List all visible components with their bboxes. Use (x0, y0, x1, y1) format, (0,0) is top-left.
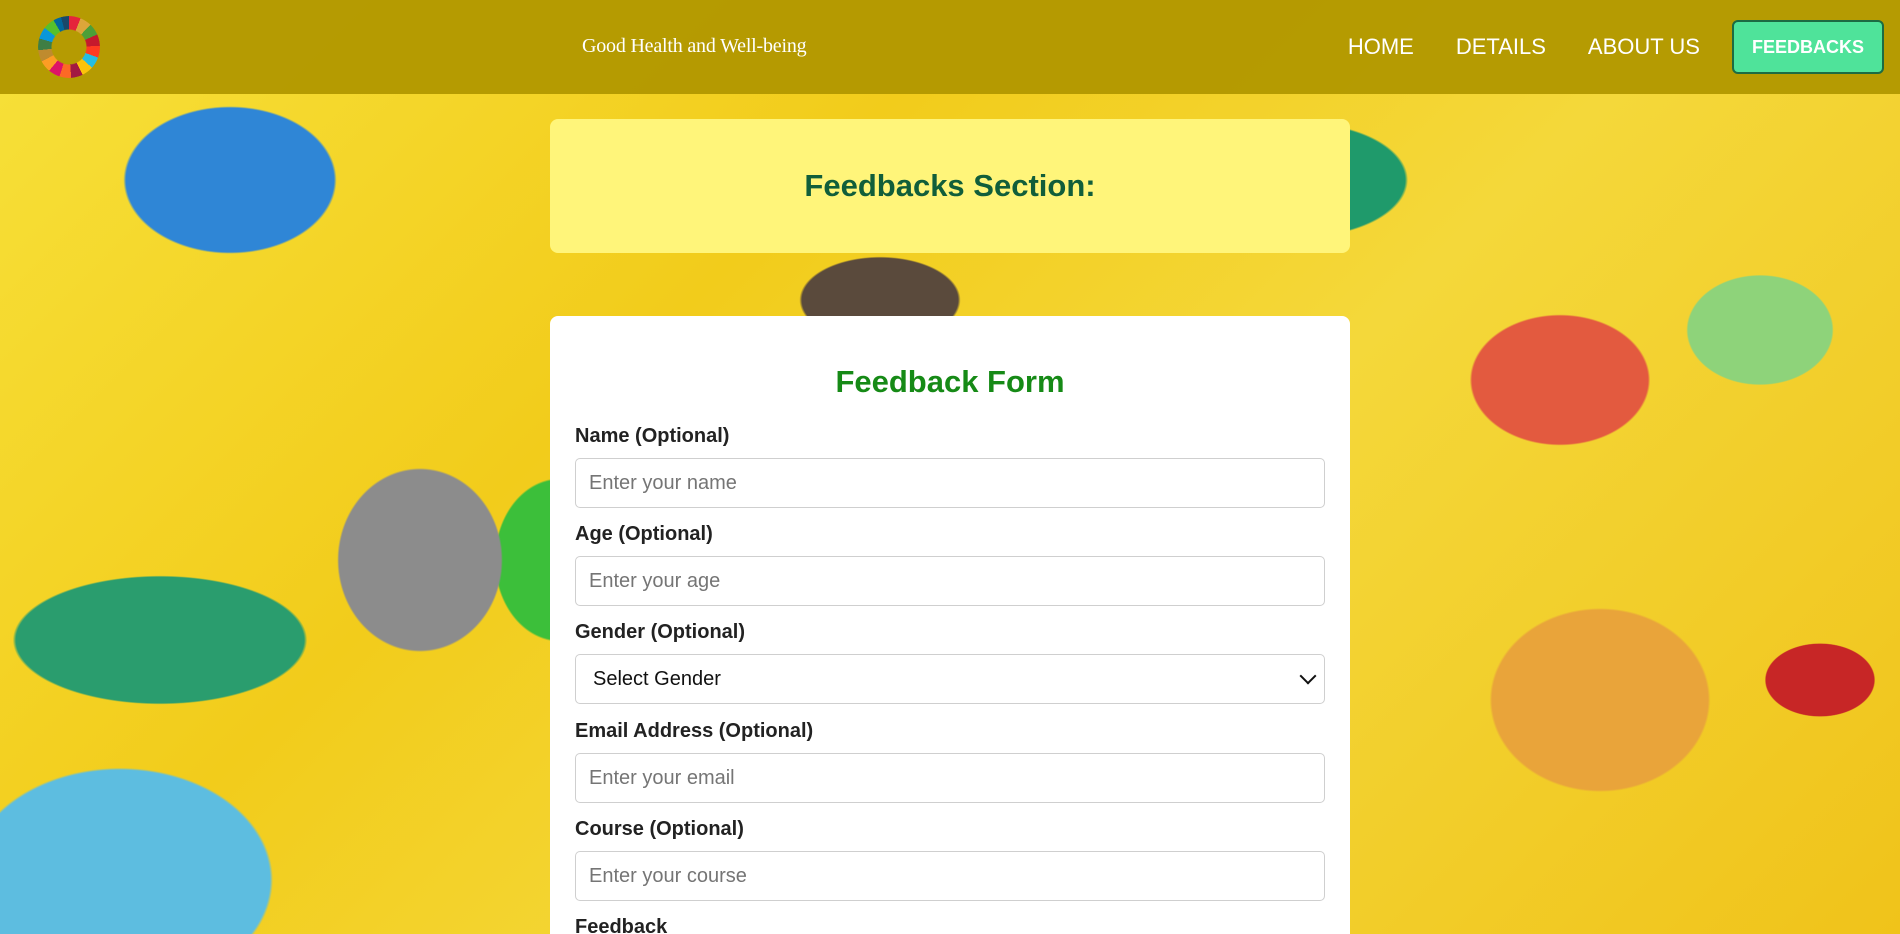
course-label: Course (Optional) (575, 818, 744, 840)
form-title: Feedback Form (835, 364, 1065, 399)
course-field-group: Course (Optional) (575, 817, 1325, 901)
nav-feedbacks-button[interactable]: FEEDBACKS (1731, 20, 1884, 74)
gender-select-value: Select Gender (593, 667, 721, 690)
age-field-group: Age (Optional) (575, 522, 1325, 606)
name-input[interactable] (575, 458, 1325, 508)
age-label: Age (Optional) (575, 523, 713, 545)
sdg-wheel-icon[interactable] (38, 16, 100, 78)
section-title: Feedbacks Section: (804, 168, 1096, 203)
nav-details-link[interactable]: DETAILS (1456, 34, 1546, 60)
email-field-group: Email Address (Optional) (575, 719, 1325, 803)
feedback-field-group: Feedback (575, 915, 667, 934)
email-input[interactable] (575, 753, 1325, 803)
name-label: Name (Optional) (575, 425, 730, 447)
feedbacks-section-banner: Feedbacks Section: (550, 119, 1350, 253)
top-navbar: Good Health and Well-being HOME DETAILS … (0, 0, 1900, 94)
chevron-down-icon (1299, 667, 1317, 685)
gender-label: Gender (Optional) (575, 621, 745, 643)
name-field-group: Name (Optional) (575, 424, 1325, 508)
age-input[interactable] (575, 556, 1325, 606)
course-input[interactable] (575, 851, 1325, 901)
gender-field-group: Gender (Optional) Select Gender (575, 620, 1325, 704)
email-label: Email Address (Optional) (575, 720, 814, 742)
nav-about-us-link[interactable]: ABOUT US (1588, 34, 1700, 60)
feedback-form-card: Feedback Form Name (Optional) Age (Optio… (550, 316, 1350, 934)
nav-menu: HOME DETAILS ABOUT US FEEDBACKS (1306, 0, 1884, 94)
gender-select[interactable]: Select Gender (575, 654, 1325, 704)
feedback-label: Feedback (575, 916, 668, 934)
nav-home-link[interactable]: HOME (1348, 34, 1414, 60)
site-title: Good Health and Well-being (582, 35, 807, 57)
